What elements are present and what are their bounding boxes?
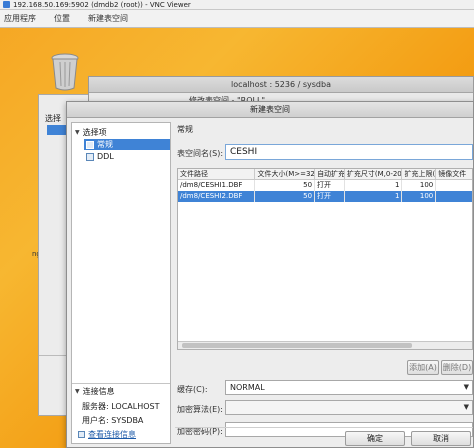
dropdown-arrow-icon: ▼ — [463, 383, 469, 391]
tree-item-ddl[interactable]: DDL — [84, 151, 170, 162]
cell-path[interactable]: /dm8/CESHI1.DBF — [178, 180, 256, 191]
tablespace-name-input[interactable]: CESHI — [225, 144, 473, 160]
scrollbar-thumb[interactable] — [182, 343, 412, 348]
cache-value: NORMAL — [230, 383, 265, 392]
vnc-icon — [3, 1, 10, 8]
tablespace-name-label: 表空间名(S): — [177, 149, 224, 158]
cell-limit[interactable]: 100 — [402, 191, 437, 202]
add-button[interactable]: 添加(A) — [407, 360, 439, 375]
section-title: 常规 — [177, 125, 193, 134]
dropdown-arrow-icon: ▼ — [463, 403, 469, 411]
new-tablespace-dialog: 新建表空间 ▼ 选择项 常规 DDL ▼ 连接信息 服务器: LOCALHOST… — [66, 101, 474, 448]
view-connection-row[interactable]: 查看连接信息 — [78, 429, 136, 440]
tree-item-label: DDL — [97, 152, 114, 161]
delete-button[interactable]: 删除(D) — [441, 360, 473, 375]
menu-new-tablespace[interactable]: 新建表空间 — [88, 13, 128, 24]
cell-auto[interactable]: 打开 — [315, 191, 345, 202]
datafile-table: 文件路径 文件大小(M>=32) 自动扩充 扩充尺寸(M,0-2048) 扩充上… — [177, 168, 473, 350]
page-icon — [86, 152, 94, 161]
ok-button[interactable]: 确定 — [345, 431, 405, 446]
cell-ext[interactable]: 1 — [345, 180, 403, 191]
connection-header[interactable]: ▼ 连接信息 — [75, 386, 115, 397]
cell-auto[interactable]: 打开 — [315, 180, 345, 191]
column-header[interactable]: 扩充尺寸(M,0-2048) — [345, 169, 403, 179]
top-panel: 应用程序 位置 新建表空间 — [0, 10, 474, 28]
menu-applications[interactable]: 应用程序 — [4, 13, 36, 24]
cache-label: 缓存(C): — [177, 385, 208, 394]
table-row[interactable]: /dm8/CESHI1.DBF 50 打开 1 100 — [178, 180, 472, 191]
tree-item-general[interactable]: 常规 — [84, 139, 170, 150]
cell-ext[interactable]: 1 — [345, 191, 403, 202]
column-header[interactable]: 镜像文件 — [436, 169, 472, 179]
tree-header-label: 选择项 — [82, 128, 107, 137]
cell-mirror[interactable] — [436, 191, 472, 202]
horizontal-scrollbar[interactable] — [178, 341, 472, 349]
tree-header[interactable]: ▼ 选择项 — [75, 127, 107, 138]
encrypt-algorithm-select[interactable]: ▼ — [225, 400, 473, 415]
column-header[interactable]: 文件大小(M>=32) — [255, 169, 316, 179]
bg-select-header: 选择 — [45, 114, 61, 123]
encrypt-algorithm-label: 加密算法(E): — [177, 405, 223, 414]
cell-size[interactable]: 50 — [255, 191, 316, 202]
menu-places[interactable]: 位置 — [54, 13, 70, 24]
cell-size[interactable]: 50 — [255, 180, 316, 191]
table-header: 文件路径 文件大小(M>=32) 自动扩充 扩充尺寸(M,0-2048) 扩充上… — [178, 169, 472, 180]
server-info: 服务器: LOCALHOST — [82, 402, 160, 411]
cache-select[interactable]: NORMAL ▼ — [225, 380, 473, 395]
bg-selected-item — [47, 125, 67, 135]
column-header[interactable]: 文件路径 — [178, 169, 256, 179]
view-connection-link[interactable]: 查看连接信息 — [88, 429, 136, 440]
dialog-right-pane: 常规 表空间名(S): CESHI 文件路径 文件大小(M>=32) 自动扩充 … — [175, 122, 473, 437]
cell-mirror[interactable] — [436, 180, 472, 191]
collapse-triangle-icon[interactable]: ▼ — [75, 129, 80, 136]
collapse-triangle-icon[interactable]: ▼ — [75, 388, 80, 395]
column-header[interactable]: 扩充上限(M) — [402, 169, 437, 179]
page-icon — [86, 140, 94, 149]
connection-header-label: 连接信息 — [82, 387, 115, 396]
trash-icon[interactable] — [50, 52, 80, 92]
bottom-separator — [175, 427, 473, 428]
table-row[interactable]: /dm8/CESHI2.DBF 50 打开 1 100 — [178, 191, 472, 202]
cell-limit[interactable]: 100 — [402, 180, 437, 191]
dialog-title: 新建表空间 — [67, 102, 473, 118]
vnc-title: 192.168.50.169:5902 (dmdb2 (root)) - VNC… — [13, 0, 191, 9]
cancel-button[interactable]: 取消 — [411, 431, 471, 446]
dialog-left-pane: ▼ 选择项 常规 DDL ▼ 连接信息 服务器: LOCALHOST 用户名: … — [71, 122, 171, 444]
info-icon — [78, 431, 85, 438]
user-info: 用户名: SYSDBA — [82, 416, 144, 425]
cell-path[interactable]: /dm8/CESHI2.DBF — [178, 191, 256, 202]
vnc-titlebar: 192.168.50.169:5902 (dmdb2 (root)) - VNC… — [0, 0, 474, 10]
connection-separator — [72, 383, 170, 384]
bg-window-title: localhost : 5236 / sysdba — [89, 77, 473, 93]
column-header[interactable]: 自动扩充 — [315, 169, 345, 179]
tree-item-label: 常规 — [97, 140, 113, 149]
